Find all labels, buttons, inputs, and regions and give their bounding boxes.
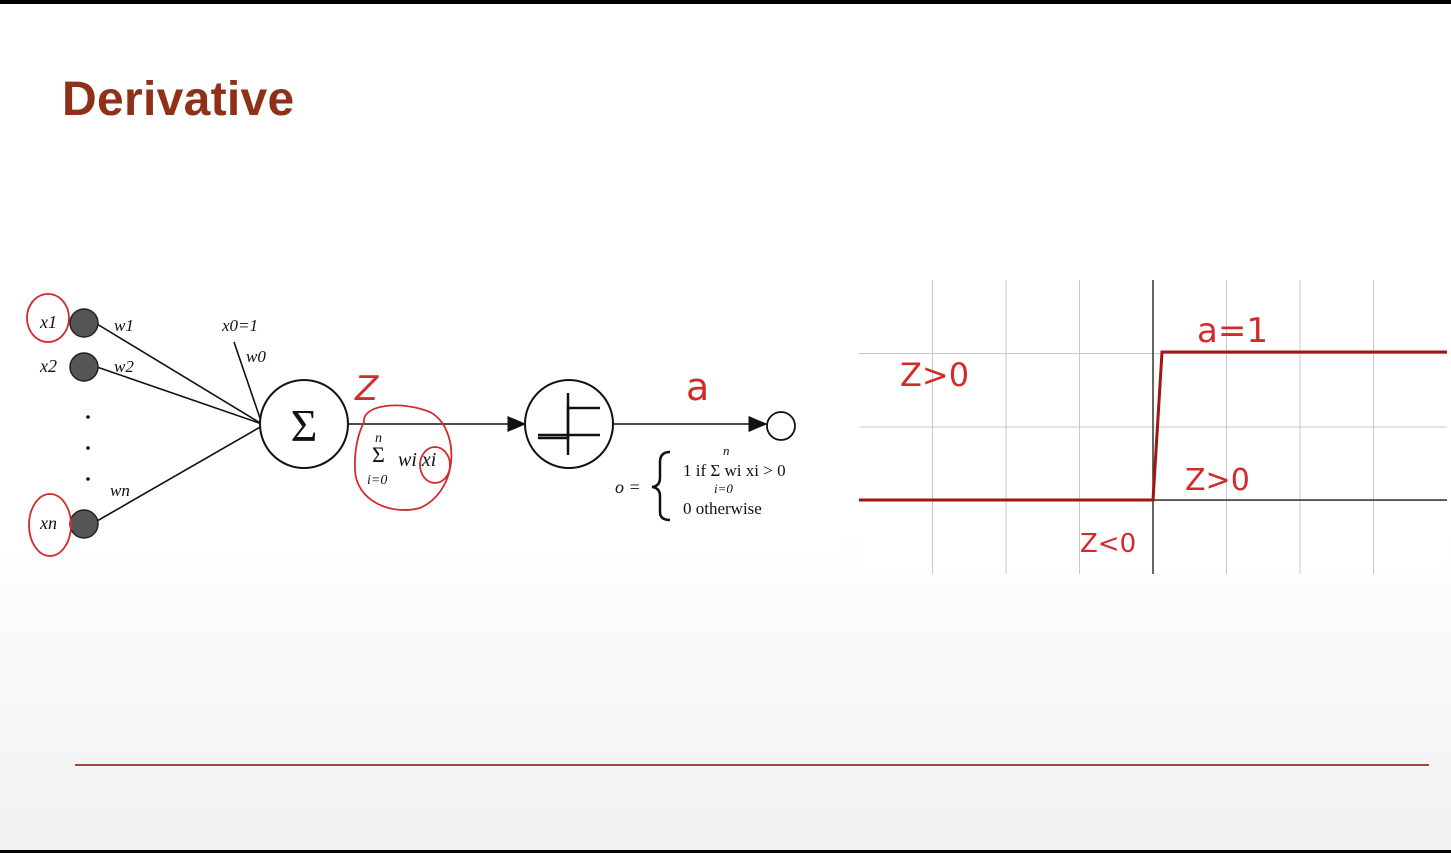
sigma-symbol: Σ — [291, 400, 318, 451]
perceptron-diagram: x1 x2 xn w1 w2 wn x0=1 w0 Σ n Σ wi xi i=… — [26, 280, 1447, 574]
input-node-xn — [69, 509, 99, 539]
output-eq-case2: 0 otherwise — [683, 499, 762, 518]
output-eq-brace — [651, 450, 671, 522]
ellipsis-dot — [86, 415, 90, 419]
sum-body: wi xi — [398, 449, 436, 471]
input-label-x1: x1 — [39, 312, 57, 332]
weight-label-w1: w1 — [114, 316, 134, 335]
ink-label-z-gt-0-right: Z>0 — [1185, 463, 1250, 498]
input-label-x2: x2 — [39, 356, 57, 376]
sum-lower: i=0 — [367, 473, 387, 488]
ellipsis-dot — [86, 446, 90, 450]
output-eq-lower: i=0 — [714, 481, 733, 496]
input-node-x2 — [69, 352, 99, 382]
ink-label-z: Z — [354, 369, 379, 409]
input-label-xn: xn — [39, 513, 57, 533]
bias-weight-label: w0 — [246, 347, 266, 366]
ink-label-a-eq-1: a=1 — [1197, 311, 1268, 351]
bias-input-label: x0=1 — [221, 316, 258, 335]
ink-label-z-gt-0-left: Z>0 — [900, 356, 969, 394]
output-node — [766, 411, 796, 441]
output-eq-upper: n — [723, 443, 730, 458]
edge-wn — [96, 425, 263, 522]
output-eq-lhs: o = — [615, 477, 641, 497]
weight-label-wn: wn — [110, 481, 130, 500]
sum-sigma: Σ — [372, 442, 385, 467]
ellipsis-dot — [86, 477, 90, 481]
input-node-x1 — [69, 308, 99, 338]
footer-rule — [75, 764, 1429, 766]
output-eq-case1: 1 if Σ wi xi > 0 — [683, 461, 786, 480]
step-chart: a=1 Z>0 Z>0 Z<0 — [859, 280, 1447, 574]
weight-label-w2: w2 — [114, 357, 134, 376]
ink-label-z-lt-0: Z<0 — [1080, 529, 1136, 559]
ink-label-a: a — [686, 365, 709, 409]
